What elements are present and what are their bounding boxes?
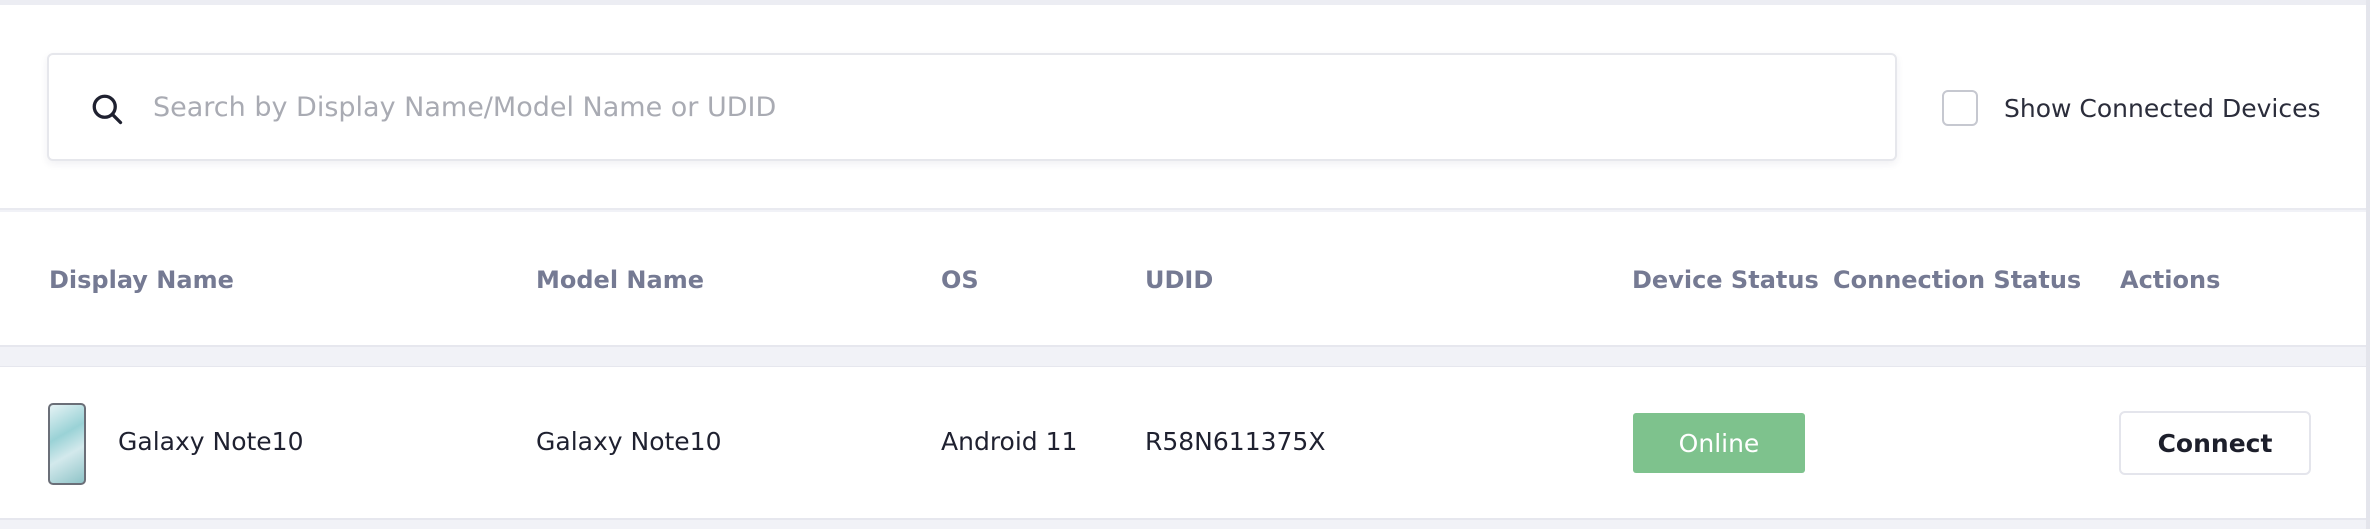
column-header-device-status[interactable]: Device Status: [1632, 266, 1819, 294]
show-connected-devices-label: Show Connected Devices: [2004, 93, 2321, 123]
column-header-display-name[interactable]: Display Name: [49, 266, 234, 294]
column-header-connection-status[interactable]: Connection Status: [1833, 266, 2081, 294]
search-input[interactable]: [153, 55, 1853, 159]
cell-model-name: Galaxy Note10: [536, 427, 722, 456]
scrollbar-edge: [2366, 0, 2370, 529]
cell-udid: R58N611375X: [1145, 427, 1326, 456]
connect-button[interactable]: Connect: [2119, 411, 2311, 475]
search-icon: [92, 94, 123, 125]
phone-icon: [48, 403, 86, 485]
show-connected-devices-checkbox[interactable]: [1942, 90, 1978, 126]
column-header-actions: Actions: [2120, 266, 2221, 294]
column-header-model-name[interactable]: Model Name: [536, 266, 704, 294]
column-header-os[interactable]: OS: [941, 266, 979, 294]
cell-display-name: Galaxy Note10: [118, 427, 304, 456]
device-status-badge: Online: [1633, 413, 1805, 473]
search-box[interactable]: [47, 53, 1897, 161]
column-header-udid[interactable]: UDID: [1145, 266, 1213, 294]
search-toolbar: Show Connected Devices: [0, 5, 2366, 210]
devices-page: Show Connected Devices Display Name Mode…: [0, 0, 2370, 529]
table-row: Galaxy Note10 Galaxy Note10 Android 11 R…: [0, 366, 2366, 520]
table-header: Display Name Model Name OS UDID Device S…: [0, 212, 2366, 347]
cell-os: Android 11: [941, 427, 1078, 456]
show-connected-devices-toggle[interactable]: Show Connected Devices: [1942, 87, 2321, 129]
